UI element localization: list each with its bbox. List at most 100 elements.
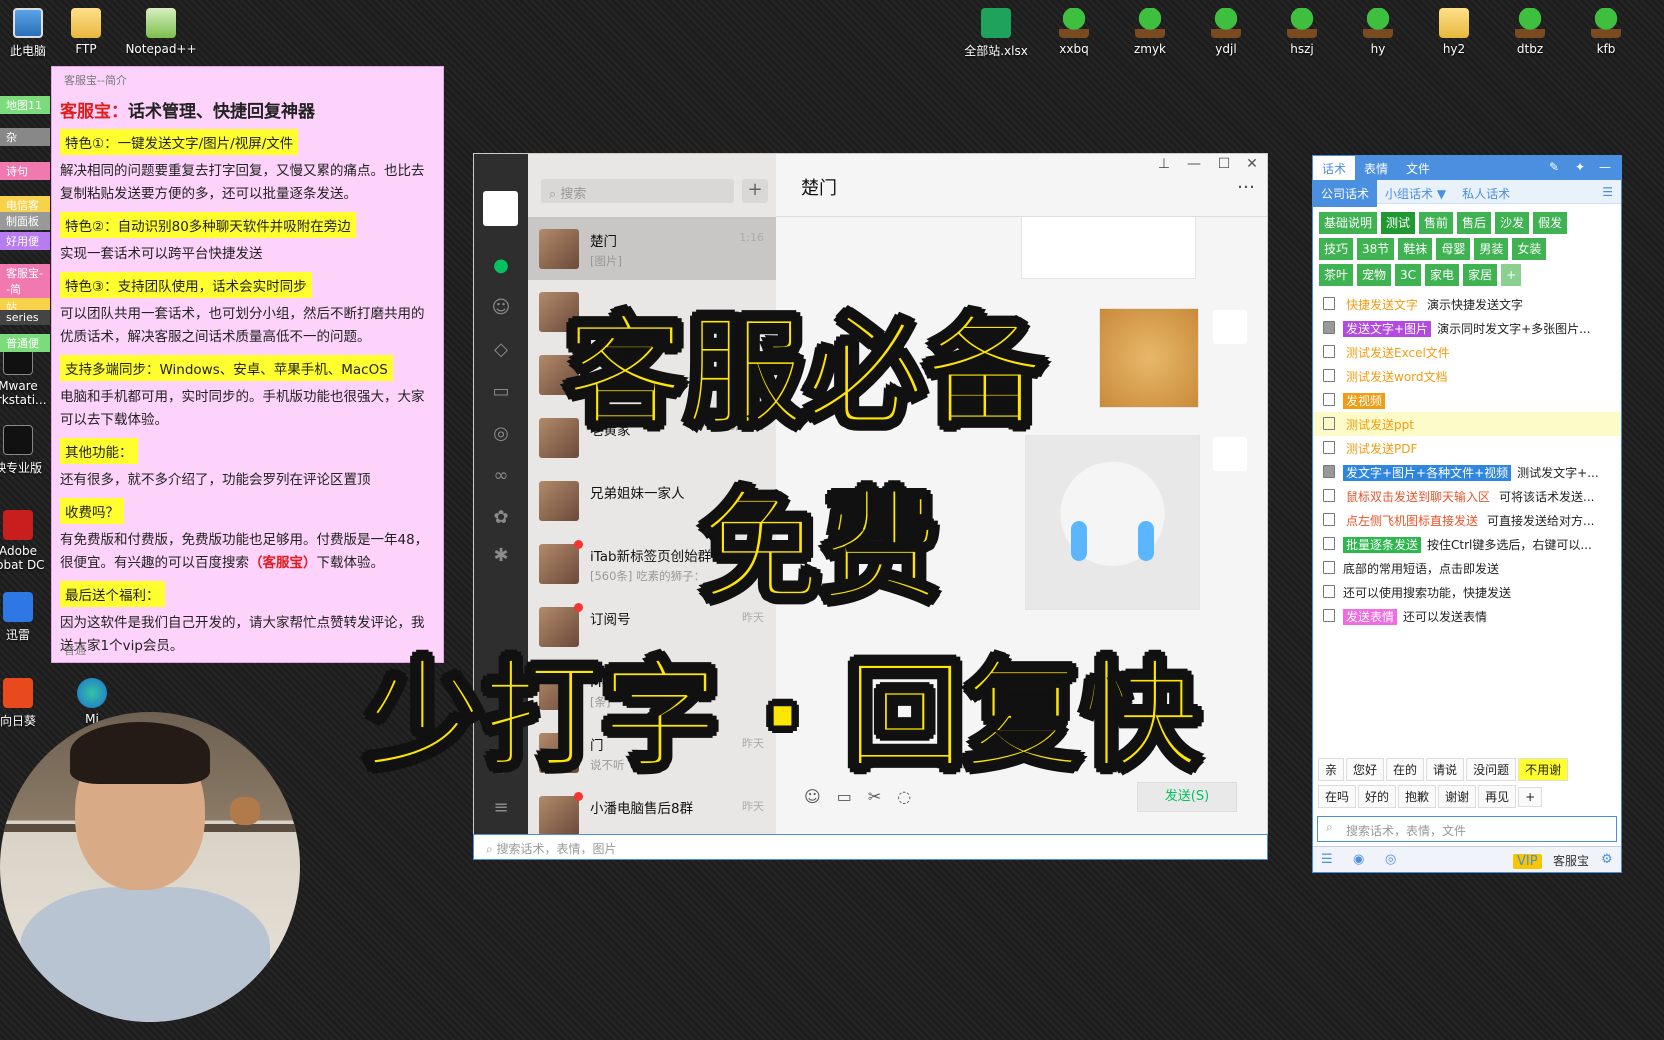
kefubao-search-input[interactable]: ⌕ 搜索话术，表情，文件 — [1317, 816, 1617, 842]
category-tag[interactable]: 假发 — [1533, 212, 1568, 234]
new-chat-button[interactable]: + — [742, 179, 768, 203]
maximize-button[interactable]: ☐ — [1209, 156, 1239, 172]
contacts-icon[interactable]: ☺ — [491, 298, 511, 318]
user-avatar[interactable] — [483, 191, 518, 226]
category-tag[interactable]: 38节 — [1357, 238, 1395, 260]
desktop-icon[interactable]: hy — [1342, 8, 1414, 56]
desktop-icon[interactable]: Adobe robat DC — [0, 510, 54, 572]
category-tag[interactable]: 技巧 — [1319, 238, 1354, 260]
desktop-icon[interactable]: ydjl — [1190, 8, 1262, 56]
meme-sticker-message[interactable] — [1021, 217, 1196, 279]
pin-icon[interactable]: ✦ — [1575, 160, 1585, 174]
chat-icon[interactable]: ● — [491, 256, 511, 276]
crying-panda-sticker-message[interactable] — [1025, 435, 1200, 610]
quick-phrase-button[interactable]: 谢谢 — [1438, 785, 1477, 808]
edit-icon[interactable]: ✎ — [1549, 160, 1559, 174]
quick-phrase-button[interactable]: 没问题 — [1466, 758, 1517, 781]
desktop-note-tab[interactable]: 诗句 — [0, 162, 50, 180]
desktop-note-tab[interactable]: 制面板 — [0, 212, 50, 230]
script-item[interactable]: 测试发送Excel文件 — [1313, 340, 1621, 364]
script-item[interactable]: 发视频 — [1313, 388, 1621, 412]
quick-phrase-button[interactable]: 在吗 — [1318, 785, 1357, 808]
category-tag[interactable]: 茶叶 — [1319, 264, 1354, 286]
miniprogram-icon[interactable]: ✿ — [491, 508, 511, 528]
desktop-icon[interactable]: FTP — [50, 8, 122, 56]
desktop-note-tab[interactable]: 客服宝--简 — [0, 264, 50, 298]
script-item[interactable]: 还可以使用搜索功能，快捷发送 — [1313, 580, 1621, 604]
moments-icon[interactable]: ◎ — [491, 424, 511, 444]
desktop-note-tab[interactable]: series — [0, 310, 50, 325]
channels-icon[interactable]: ∞ — [491, 466, 511, 486]
category-tag[interactable]: 售前 — [1419, 212, 1454, 234]
eye-icon[interactable]: ◉ — [1353, 852, 1364, 867]
desktop-icon[interactable]: kfb — [1570, 8, 1642, 56]
tab-scripts[interactable]: 话术 — [1313, 156, 1356, 181]
category-tag[interactable]: + — [1501, 264, 1522, 286]
desktop-icon[interactable]: 向日葵 — [0, 678, 54, 729]
subtab-company[interactable]: 公司话术 — [1313, 180, 1378, 207]
dog-sticker-message[interactable] — [1099, 308, 1199, 408]
tab-stickers[interactable]: 表情 — [1355, 156, 1397, 181]
minimize-button[interactable]: — — [1599, 160, 1611, 174]
desktop-icon[interactable]: xxbq — [1038, 8, 1110, 56]
script-item[interactable]: 点左侧飞机图标直接发送 可直接发送给对方... — [1313, 508, 1621, 532]
category-tag[interactable]: 男装 — [1474, 238, 1509, 260]
quick-phrase-button[interactable]: 好的 — [1358, 785, 1397, 808]
quick-phrase-button[interactable]: 在的 — [1386, 758, 1425, 781]
desktop-icon[interactable]: 映专业版 — [0, 425, 54, 476]
collections-icon[interactable]: ◇ — [491, 340, 511, 360]
chat-search-input[interactable]: ⌕ 搜索 — [541, 179, 734, 203]
desktop-icon[interactable]: 全部站.xlsx — [960, 8, 1032, 59]
chat-list-item[interactable]: 楚门 [图片] 1:16 — [528, 217, 776, 280]
desktop-note-tab[interactable]: 地图11 — [0, 96, 50, 114]
menu-icon[interactable]: ☰ — [1602, 185, 1613, 199]
category-tag[interactable]: 基础说明 — [1319, 212, 1378, 234]
script-item[interactable]: 测试发送PDF — [1313, 436, 1621, 460]
quick-phrase-button[interactable]: 您好 — [1346, 758, 1385, 781]
desktop-note-tab[interactable]: 普通便 — [0, 334, 50, 352]
menu-icon[interactable]: ≡ — [491, 798, 511, 818]
desktop-icon[interactable]: Mware orkstati... — [0, 345, 54, 407]
desktop-icon[interactable]: dtbz — [1494, 8, 1566, 56]
desktop-note-tab[interactable]: 杂 — [0, 128, 50, 146]
eye-outline-icon[interactable]: ◎ — [1385, 852, 1396, 867]
desktop-icon[interactable]: hszj — [1266, 8, 1338, 56]
category-tag[interactable]: 宠物 — [1357, 264, 1392, 286]
script-item[interactable]: 测试发送word文档 — [1313, 364, 1621, 388]
script-item[interactable]: 测试发送ppt — [1313, 412, 1621, 436]
files-icon[interactable]: ▭ — [491, 382, 511, 402]
category-tag[interactable]: 鞋袜 — [1398, 238, 1433, 260]
desktop-icon[interactable]: 迅雷 — [0, 592, 54, 643]
list-icon[interactable]: ☰ — [1321, 852, 1333, 867]
quick-phrase-button[interactable]: 不用谢 — [1518, 758, 1569, 781]
category-tag[interactable]: 家居 — [1463, 264, 1498, 286]
category-tag[interactable]: 测试 — [1381, 212, 1416, 234]
script-item[interactable]: 发送文字+图片 演示同时发文字+多张图片... — [1313, 316, 1621, 340]
script-item[interactable]: 发文字+图片+各种文件+视频 测试发文字+... — [1313, 460, 1621, 484]
more-options-icon[interactable]: … — [1237, 172, 1255, 193]
quick-phrase-button[interactable]: 亲 — [1318, 758, 1345, 781]
minimize-button[interactable]: — — [1179, 156, 1209, 172]
category-tag[interactable]: 沙发 — [1495, 212, 1530, 234]
tab-files[interactable]: 文件 — [1397, 156, 1439, 181]
desktop-note-tab[interactable]: 好用便 — [0, 232, 50, 250]
category-tag[interactable]: 女装 — [1512, 238, 1547, 260]
desktop-icon[interactable]: hy2 — [1418, 8, 1490, 56]
category-tag[interactable]: 售后 — [1457, 212, 1492, 234]
quick-phrase-button[interactable]: 抱歉 — [1398, 785, 1437, 808]
wechat-attached-search-bar[interactable]: ⌕ 搜索话术，表情，图片 — [473, 834, 1268, 860]
close-button[interactable]: ✕ — [1237, 156, 1267, 172]
script-item[interactable]: 底部的常用短语，点击即发送 — [1313, 556, 1621, 580]
quick-phrase-button[interactable]: + — [1518, 787, 1543, 807]
category-tag[interactable]: 母婴 — [1436, 238, 1471, 260]
script-item[interactable]: 发送表情 还可以发送表情 — [1313, 604, 1621, 628]
search-feature-icon[interactable]: ✱ — [491, 546, 511, 566]
script-item[interactable]: 鼠标双击发送到聊天输入区 可将该话术发送... — [1313, 484, 1621, 508]
category-tag[interactable]: 3C — [1395, 264, 1422, 286]
subtab-private[interactable]: 私人话术 — [1454, 180, 1518, 207]
desktop-icon[interactable]: zmyk — [1114, 8, 1186, 56]
script-item[interactable]: 快捷发送文字 演示快捷发送文字 — [1313, 292, 1621, 316]
settings-icon[interactable]: ⚙ — [1601, 852, 1613, 867]
pin-icon[interactable]: ⊥ — [1149, 156, 1179, 172]
quick-phrase-button[interactable]: 请说 — [1426, 758, 1465, 781]
